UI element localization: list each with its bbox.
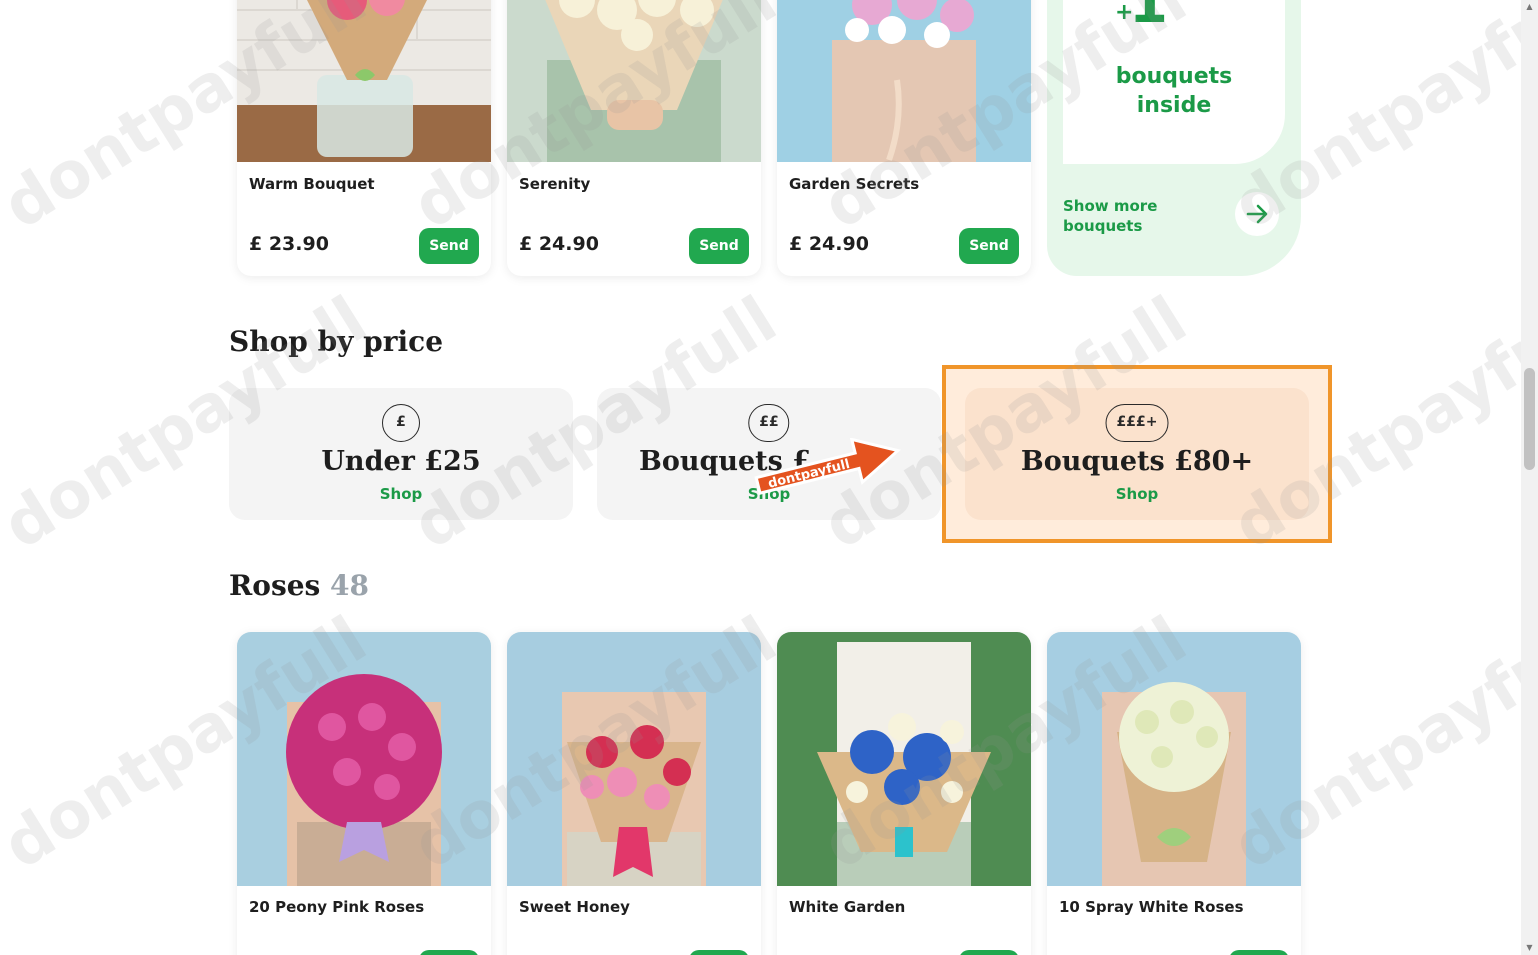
product-card[interactable]: Warm Bouquet £ 23.90 Send [237,0,491,276]
product-count: 48 [330,569,370,602]
product-name[interactable]: White Garden [789,898,905,916]
bouquets-inside-label: bouquets inside [1115,64,1233,118]
shop-by-price-heading: Shop by price [229,325,444,358]
product-card[interactable]: 20 Peony Pink Roses [237,632,491,955]
product-card[interactable]: Serenity £ 24.90 Send [507,0,761,276]
product-name[interactable]: Garden Secrets [789,175,919,193]
shop-link[interactable]: Shop [965,485,1309,503]
product-name[interactable]: Warm Bouquet [249,175,375,193]
product-card[interactable]: White Garden [777,632,1031,955]
send-button[interactable] [959,950,1019,955]
product-price: £ 24.90 [519,233,599,255]
product-photo[interactable] [777,0,1031,162]
product-photo[interactable] [777,632,1031,886]
send-button[interactable] [689,950,749,955]
bouquet-count: 1 [1129,0,1168,36]
product-name[interactable]: Serenity [519,175,590,193]
product-photo[interactable] [507,0,761,162]
product-card[interactable]: Sweet Honey [507,632,761,955]
product-photo[interactable] [237,0,491,162]
price-tile-80-plus[interactable]: £££+ Bouquets £80+ Shop [965,388,1309,520]
roses-heading: Roses 48 [229,569,369,602]
section-title: Roses [229,569,321,602]
price-tier-badge: £ [382,404,420,442]
product-photo[interactable] [237,632,491,886]
send-button[interactable] [1229,950,1289,955]
product-photo[interactable] [1047,632,1301,886]
send-button[interactable]: Send [959,228,1019,264]
product-photo[interactable] [507,632,761,886]
send-button[interactable]: Send [689,228,749,264]
arrow-right-icon[interactable] [1235,192,1279,236]
scroll-down-icon[interactable]: ▼ [1524,943,1535,953]
scroll-up-icon[interactable]: ▲ [1524,2,1535,12]
price-tier-badge: ££ [748,404,790,442]
show-more-card[interactable]: + 1 bouquets inside Show more bouquets [1047,0,1301,276]
vertical-scrollbar[interactable]: ▲ ▼ [1521,0,1538,955]
product-card[interactable]: 10 Spray White Roses [1047,632,1301,955]
send-button[interactable] [419,950,479,955]
scrollbar-thumb[interactable] [1524,368,1535,470]
send-button[interactable]: Send [419,228,479,264]
product-name[interactable]: Sweet Honey [519,898,630,916]
product-name[interactable]: 20 Peony Pink Roses [249,898,424,916]
product-card[interactable]: Garden Secrets £ 24.90 Send [777,0,1031,276]
show-more-link[interactable]: Show more bouquets [1063,196,1193,236]
product-price: £ 23.90 [249,233,329,255]
product-price: £ 24.90 [789,233,869,255]
price-tile-title: Bouquets £80+ [1020,446,1254,477]
price-tier-badge: £££+ [1105,404,1169,442]
sticker-text: dontpayfull [767,457,852,492]
price-tile-title: Under £25 [321,446,481,477]
watermark-arrow-sticker: dontpayfull [754,438,901,495]
bouquet-count-panel: + 1 bouquets inside [1063,0,1285,164]
shop-link[interactable]: Shop [229,485,573,503]
price-tile-under-25[interactable]: £ Under £25 Shop [229,388,573,520]
product-name[interactable]: 10 Spray White Roses [1059,898,1244,916]
